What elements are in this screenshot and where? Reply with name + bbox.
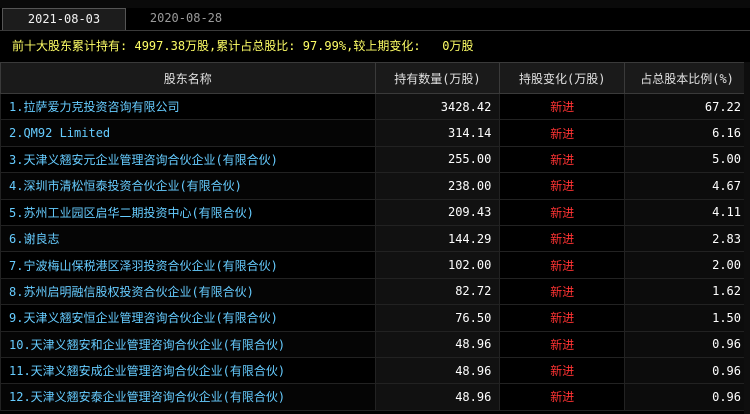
cell-share-change: 新进 (499, 330, 626, 358)
cell-ownership-pct: 6.16 (624, 119, 750, 147)
cell-shareholder-name: 8.苏州启明融信股权投资合伙企业(有限合伙) (0, 277, 376, 306)
table-row[interactable]: 4.深圳市清松恒泰投资合伙企业(有限合伙) 238.00 新进 4.67 (0, 172, 750, 200)
cell-shares-held: 82.72 (374, 277, 501, 306)
table-row[interactable]: 6.谢良志 144.29 新进 2.83 (0, 224, 750, 253)
cell-ownership-pct: 0.96 (624, 383, 750, 411)
cell-shareholder-name: 12.天津义翘安泰企业管理咨询合伙企业(有限合伙) (0, 383, 376, 411)
cell-ownership-pct: 4.11 (624, 198, 750, 226)
cell-shares-held: 102.00 (374, 251, 501, 279)
cell-share-change: 新进 (499, 172, 626, 200)
cell-share-change: 新进 (499, 198, 626, 226)
cell-shares-held: 48.96 (374, 330, 501, 358)
cell-share-change: 新进 (499, 92, 626, 121)
cell-share-change: 新进 (499, 251, 626, 279)
cell-ownership-pct: 2.00 (624, 251, 750, 279)
cell-ownership-pct: 67.22 (624, 92, 750, 121)
summary-value-total: 4997.38万股 (134, 39, 210, 53)
table-row[interactable]: 1.拉萨爱力克投资咨询有限公司 3428.42 新进 67.22 (0, 92, 750, 121)
table-row[interactable]: 5.苏州工业园区启华二期投资中心(有限合伙) 209.43 新进 4.11 (0, 198, 750, 226)
cell-shareholder-name: 1.拉萨爱力克投资咨询有限公司 (0, 92, 376, 121)
cell-shares-held: 238.00 (374, 172, 501, 200)
table-row[interactable]: 11.天津义翘安成企业管理咨询合伙企业(有限合伙) 48.96 新进 0.96 (0, 356, 750, 385)
cell-shareholder-name: 9.天津义翘安恒企业管理咨询合伙企业(有限合伙) (0, 304, 376, 332)
cell-shareholder-name: 4.深圳市清松恒泰投资合伙企业(有限合伙) (0, 172, 376, 200)
table-row[interactable]: 2.QM92 Limited 314.14 新进 6.16 (0, 119, 750, 147)
cell-share-change: 新进 (499, 145, 626, 174)
cell-shareholder-name: 2.QM92 Limited (0, 119, 376, 147)
holdings-summary: 前十大股东累计持有: 4997.38万股,累计占总股比: 97.99%,较上期变… (0, 33, 750, 59)
cell-shares-held: 255.00 (374, 145, 501, 174)
header-shareholder-name[interactable]: 股东名称 (0, 62, 376, 94)
cell-share-change: 新进 (499, 383, 626, 411)
header-ownership-pct[interactable]: 占总股本比例(%) (624, 62, 750, 94)
summary-label-change: ,较上期变化: (346, 39, 421, 53)
cell-ownership-pct: 5.00 (624, 145, 750, 174)
cell-shares-held: 48.96 (374, 383, 501, 411)
cell-shareholder-name: 3.天津义翘安元企业管理咨询合伙企业(有限合伙) (0, 145, 376, 174)
cell-share-change: 新进 (499, 356, 626, 385)
tab-date-1[interactable]: 2020-08-28 (128, 8, 244, 30)
table-row[interactable]: 9.天津义翘安恒企业管理咨询合伙企业(有限合伙) 76.50 新进 1.50 (0, 304, 750, 332)
cell-share-change: 新进 (499, 224, 626, 253)
cell-shares-held: 3428.42 (374, 92, 501, 121)
table-header-row: 股东名称 持有数量(万股) 持股变化(万股) 占总股本比例(%) (0, 62, 750, 94)
cell-share-change: 新进 (499, 277, 626, 306)
cell-share-change: 新进 (499, 304, 626, 332)
date-tab-bar: 2021-08-03 2020-08-28 (0, 8, 750, 31)
header-share-change[interactable]: 持股变化(万股) (499, 62, 626, 94)
cell-share-change: 新进 (499, 119, 626, 147)
cell-shares-held: 48.96 (374, 356, 501, 385)
table-row[interactable]: 12.天津义翘安泰企业管理咨询合伙企业(有限合伙) 48.96 新进 0.96 (0, 383, 750, 411)
top-toolbar-strip (0, 0, 750, 8)
cell-shareholder-name: 11.天津义翘安成企业管理咨询合伙企业(有限合伙) (0, 356, 376, 385)
summary-label-ratio: ,累计占总股比: (209, 39, 296, 53)
header-shares-held[interactable]: 持有数量(万股) (374, 62, 501, 94)
cell-ownership-pct: 0.96 (624, 356, 750, 385)
cell-shares-held: 209.43 (374, 198, 501, 226)
summary-value-ratio: 97.99% (302, 39, 347, 53)
table-row[interactable]: 3.天津义翘安元企业管理咨询合伙企业(有限合伙) 255.00 新进 5.00 (0, 145, 750, 174)
vertical-scrollbar[interactable] (744, 62, 750, 414)
cell-ownership-pct: 4.67 (624, 172, 750, 200)
cell-shares-held: 76.50 (374, 304, 501, 332)
cell-shareholder-name: 10.天津义翘安和企业管理咨询合伙企业(有限合伙) (0, 330, 376, 358)
table-row[interactable]: 7.宁波梅山保税港区泽羽投资合伙企业(有限合伙) 102.00 新进 2.00 (0, 251, 750, 279)
table-row[interactable]: 8.苏州启明融信股权投资合伙企业(有限合伙) 82.72 新进 1.62 (0, 277, 750, 306)
cell-ownership-pct: 2.83 (624, 224, 750, 253)
cell-shares-held: 314.14 (374, 119, 501, 147)
cell-ownership-pct: 1.62 (624, 277, 750, 306)
cell-shares-held: 144.29 (374, 224, 501, 253)
table-row[interactable]: 10.天津义翘安和企业管理咨询合伙企业(有限合伙) 48.96 新进 0.96 (0, 330, 750, 358)
shareholder-table: 股东名称 持有数量(万股) 持股变化(万股) 占总股本比例(%) 1.拉萨爱力克… (0, 62, 750, 411)
summary-label-total: 前十大股东累计持有: (12, 39, 128, 53)
cell-ownership-pct: 1.50 (624, 304, 750, 332)
cell-shareholder-name: 6.谢良志 (0, 224, 376, 253)
cell-ownership-pct: 0.96 (624, 330, 750, 358)
tab-date-0[interactable]: 2021-08-03 (2, 8, 126, 30)
summary-value-change: 0万股 (442, 39, 474, 53)
cell-shareholder-name: 5.苏州工业园区启华二期投资中心(有限合伙) (0, 198, 376, 226)
cell-shareholder-name: 7.宁波梅山保税港区泽羽投资合伙企业(有限合伙) (0, 251, 376, 279)
